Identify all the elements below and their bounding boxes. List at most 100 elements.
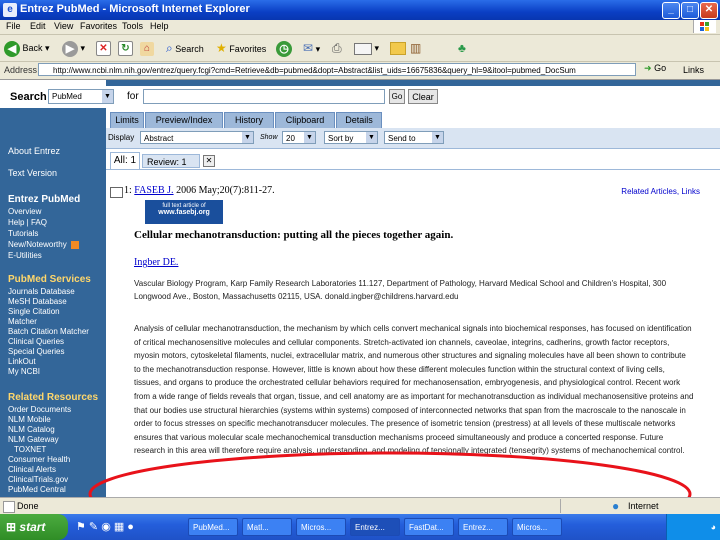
close-button[interactable]: ✕ — [700, 2, 718, 19]
tab-details[interactable]: Details — [336, 112, 382, 128]
tab-preview-index[interactable]: Preview/Index — [145, 112, 223, 128]
address-bar: Address http://www.ncbi.nlm.nih.gov/entr… — [0, 62, 720, 80]
sort-value: Sort by — [328, 134, 354, 143]
folder-button[interactable] — [390, 39, 406, 57]
print-button[interactable]: ⎙ — [332, 39, 342, 57]
address-input[interactable]: http://www.ncbi.nlm.nih.gov/entrez/query… — [38, 63, 636, 76]
sidebar-item[interactable]: Help | FAQ — [8, 218, 47, 227]
sidebar-item[interactable]: Tutorials — [8, 229, 38, 238]
send-to-select[interactable]: Send to ▼ — [384, 131, 444, 144]
sidebar-item[interactable]: Journals Database — [8, 287, 75, 296]
start-button[interactable]: ⊞ start — [0, 514, 68, 540]
clear-button[interactable]: Clear — [408, 89, 438, 104]
refresh-icon: ↻ — [118, 41, 133, 57]
sidebar-item[interactable]: LinkOut — [8, 357, 36, 366]
window-title-bar[interactable]: e Entrez PubMed - Microsoft Internet Exp… — [0, 0, 720, 20]
sidebar-item[interactable]: Clinical Queries — [8, 337, 64, 346]
sidebar-item[interactable]: NLM Gateway — [8, 435, 59, 444]
menu-help[interactable]: Help — [150, 21, 169, 31]
result-subtabs: All: 1 Review: 1 ✕ — [106, 150, 720, 170]
books-icon: ▥ — [410, 41, 422, 55]
affiliation-text: Vascular Biology Program, Karp Family Re… — [134, 279, 667, 301]
close-icon[interactable]: ✕ — [203, 155, 215, 167]
stop-icon: ✕ — [96, 41, 111, 57]
sidebar-item[interactable]: Batch Citation Matcher — [8, 327, 89, 336]
back-button[interactable]: ◀ Back ▾ — [4, 39, 50, 57]
fulltext-banner[interactable]: full text article of www.fasebj.org — [145, 200, 223, 224]
forward-button[interactable]: ▶ ▾ — [62, 39, 85, 57]
menu-edit[interactable]: Edit — [30, 21, 46, 31]
taskbar-item[interactable]: Micros... — [512, 518, 562, 536]
subtab-all[interactable]: All: 1 — [110, 152, 140, 169]
taskbar-item[interactable]: Entrez... — [458, 518, 508, 536]
links-button[interactable]: Links — [683, 65, 704, 75]
menu-tools[interactable]: Tools — [122, 21, 143, 31]
taskbar-item[interactable]: Micros... — [296, 518, 346, 536]
search-go-button[interactable]: Go — [389, 89, 405, 104]
tray-icon[interactable]: ◕ — [711, 522, 716, 532]
tab-clipboard[interactable]: Clipboard — [275, 112, 335, 128]
display-label: Display — [108, 133, 135, 142]
display-value: Abstract — [144, 134, 174, 143]
sidebar-item[interactable]: Order Documents — [8, 405, 71, 414]
taskbar-item[interactable]: FastDat... — [404, 518, 454, 536]
tab-history[interactable]: History — [224, 112, 274, 128]
sidebar-item[interactable]: TOXNET — [14, 445, 46, 454]
menu-favorites[interactable]: Favorites — [80, 21, 117, 31]
citation-checkbox[interactable] — [110, 187, 123, 198]
taskbar-item[interactable]: Matl... — [242, 518, 292, 536]
sidebar-item[interactable]: Single Citation — [8, 307, 60, 316]
mail-button[interactable]: ✉ ▾ — [303, 39, 320, 57]
go-button[interactable]: ➜ Go — [644, 63, 672, 76]
maximize-button[interactable]: □ — [681, 2, 699, 19]
taskbar-item[interactable]: PubMed... — [188, 518, 238, 536]
show-value: 20 — [286, 134, 295, 143]
menu-file[interactable]: File — [6, 21, 21, 31]
menu-view[interactable]: View — [54, 21, 73, 31]
ie-logo-icon: e — [3, 3, 17, 17]
zone-text: Internet — [628, 501, 659, 511]
search-icon: ⌕ — [166, 41, 173, 55]
sidebar-item[interactable]: MeSH Database — [8, 297, 67, 306]
search-term-input[interactable] — [143, 89, 385, 104]
display-select[interactable]: Abstract ▼ — [140, 131, 254, 144]
quicklaunch-icons[interactable]: ⚑ ✎ ◉ ▦ ● — [76, 520, 134, 533]
sidebar-item[interactable]: Consumer Health — [8, 455, 70, 464]
research-button[interactable]: ▥ — [410, 39, 421, 57]
sidebar-item[interactable]: Special Queries — [8, 347, 64, 356]
sidebar-item[interactable]: PubMed Central — [8, 485, 66, 494]
sidebar-item[interactable]: NLM Mobile — [8, 415, 51, 424]
window-title: Entrez PubMed - Microsoft Internet Explo… — [20, 3, 250, 15]
sidebar-item[interactable]: Matcher — [8, 317, 37, 326]
sidebar-about[interactable]: About Entrez — [8, 146, 60, 156]
sidebar-item[interactable]: My NCBI — [8, 367, 40, 376]
subtab-review[interactable]: Review: 1 — [142, 154, 200, 168]
messenger-button[interactable]: ♣ — [458, 39, 466, 57]
refresh-button[interactable]: ↻ — [118, 39, 133, 57]
search-button[interactable]: ⌕ Search — [166, 39, 204, 57]
search-label: Search — [175, 44, 204, 54]
stop-button[interactable]: ✕ — [96, 39, 111, 57]
author-link[interactable]: Ingber DE. — [134, 257, 178, 268]
minimize-button[interactable]: _ — [662, 2, 680, 19]
windows-flag-icon: ⊞ — [6, 520, 17, 534]
show-select[interactable]: 20 ▼ — [282, 131, 316, 144]
journal-link[interactable]: FASEB J. — [134, 185, 173, 196]
database-select[interactable]: PubMed ▼ — [48, 89, 114, 104]
favorites-button[interactable]: ★ Favorites — [216, 39, 266, 57]
sidebar-item[interactable]: Clinical Alerts — [8, 465, 56, 474]
dropdown-arrow-icon: ▼ — [432, 132, 443, 143]
tab-limits[interactable]: Limits — [110, 112, 144, 128]
sidebar-item[interactable]: NLM Catalog — [8, 425, 55, 434]
home-button[interactable]: ⌂ — [140, 39, 154, 57]
history-button[interactable]: ◷ — [276, 39, 292, 57]
sidebar-item[interactable]: ClinicalTrials.gov — [8, 475, 68, 484]
sidebar-item[interactable]: E-Utilities — [8, 251, 42, 260]
taskbar-item-active[interactable]: Entrez... — [350, 518, 400, 536]
related-articles-link[interactable]: Related Articles, Links — [570, 187, 700, 196]
sidebar-text-version[interactable]: Text Version — [8, 168, 57, 178]
sidebar-item[interactable]: New/Noteworthy — [8, 240, 79, 249]
sort-select[interactable]: Sort by ▼ — [324, 131, 378, 144]
sidebar-item[interactable]: Overview — [8, 207, 41, 216]
edit-button[interactable]: ▾ — [354, 39, 379, 57]
